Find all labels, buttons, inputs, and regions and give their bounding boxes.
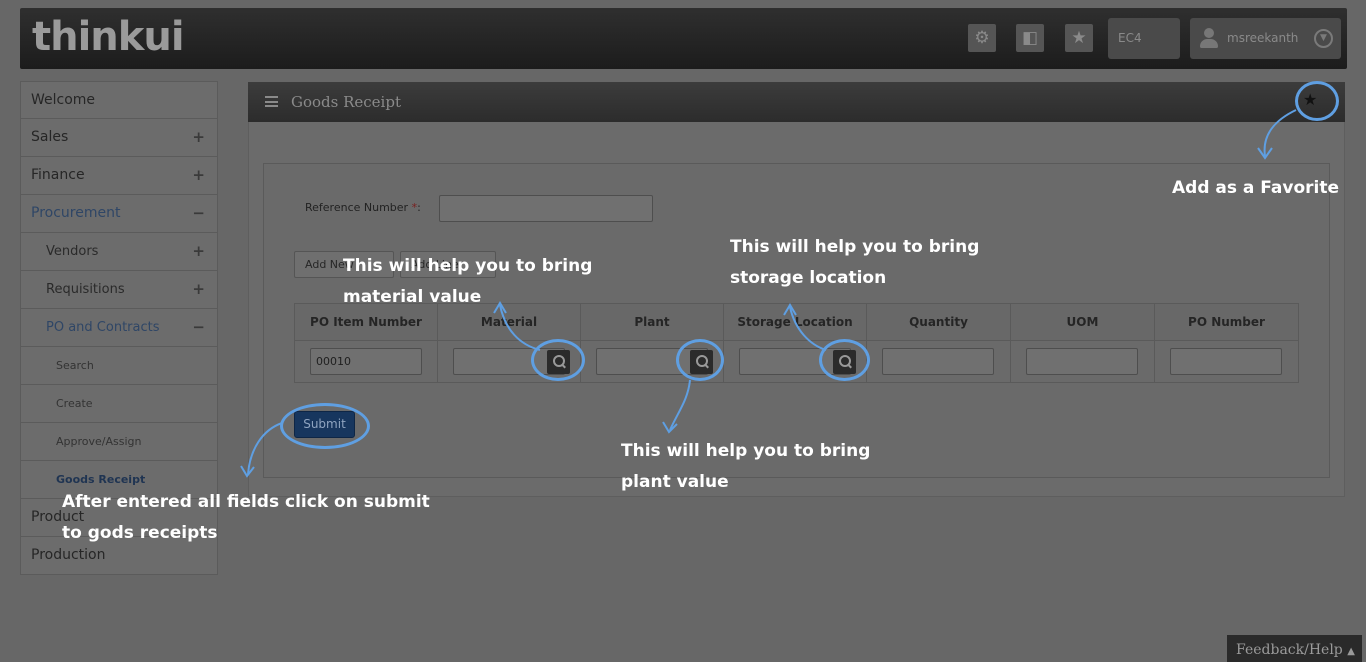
sidebar-item-label: Finance (31, 167, 85, 183)
company-code-selector[interactable]: EC4 (1108, 18, 1180, 59)
annotation-submit-line2: to gods receipts (62, 523, 218, 543)
sidebar-item-label: Search (56, 359, 94, 372)
annotation-plant-line2: plant value (621, 472, 729, 492)
annotation-material-line2: material value (343, 287, 482, 307)
sidebar-item-finance[interactable]: Finance + (20, 157, 218, 195)
expand-icon[interactable]: + (192, 119, 205, 156)
po-number-input[interactable] (1170, 348, 1282, 375)
column-header: Plant (581, 304, 724, 340)
uom-input[interactable] (1026, 348, 1138, 375)
label-colon: : (417, 201, 421, 214)
expand-icon[interactable]: + (192, 271, 205, 308)
quantity-input[interactable] (882, 348, 994, 375)
star-icon[interactable]: ★ (1065, 24, 1093, 52)
column-header: PO Number (1155, 304, 1298, 340)
column-header: UOM (1011, 304, 1155, 340)
reference-label-text: Reference Number (305, 201, 409, 214)
username: msreekanth (1227, 31, 1299, 45)
chevron-down-icon[interactable]: ▼ (1314, 29, 1333, 48)
sidebar-item-vendors[interactable]: Vendors + (20, 233, 218, 271)
divider (1154, 340, 1155, 383)
column-header: Storage Location (724, 304, 867, 340)
favorite-highlight-ring (1295, 81, 1339, 121)
sidebar-item-approve-assign[interactable]: Approve/Assign (20, 423, 218, 461)
divider (1010, 340, 1011, 383)
column-header: Quantity (867, 304, 1011, 340)
collapse-icon[interactable]: − (192, 309, 205, 346)
expand-icon[interactable]: + (192, 157, 205, 194)
sidebar-item-po-and-contracts[interactable]: PO and Contracts − (20, 309, 218, 347)
storage-highlight-ring (819, 339, 870, 381)
annotation-storage-line1: This will help you to bring (730, 237, 980, 257)
plant-highlight-ring (676, 339, 724, 381)
annotation-favorite: Add as a Favorite (1172, 178, 1340, 198)
divider (295, 340, 1298, 341)
expand-icon[interactable]: + (192, 233, 205, 270)
sidebar-item-label: Production (31, 547, 106, 563)
sidebar-item-label: Welcome (31, 92, 96, 108)
top-bar: thinkui ⚙ ◧ ★ EC4 msreekanth ▼ (20, 8, 1347, 69)
collapse-icon[interactable]: − (192, 195, 205, 232)
annotation-material-line1: This will help you to bring (343, 256, 593, 276)
submit-highlight-ring (280, 403, 370, 449)
sidebar-item-label: Requisitions (46, 282, 125, 297)
reference-number-label: Reference Number *: (305, 201, 421, 214)
line-items-table: PO Item Number Material Plant Storage Lo… (294, 303, 1299, 383)
annotation-submit-line1: After entered all fields click on submit (62, 492, 430, 512)
reference-number-input[interactable] (439, 195, 653, 222)
feedback-label: Feedback/Help (1236, 642, 1343, 658)
caret-up-icon: ▲ (1347, 646, 1355, 657)
app-logo[interactable]: thinkui (32, 14, 185, 60)
company-code: EC4 (1118, 31, 1142, 45)
feedback-help-button[interactable]: Feedback/Help ▲ (1227, 635, 1362, 662)
sidebar-item-label: Goods Receipt (56, 473, 146, 486)
gear-icon[interactable]: ⚙ (968, 24, 996, 52)
sidebar-item-label: Approve/Assign (56, 435, 142, 448)
sidebar-item-label: Sales (31, 129, 69, 145)
material-highlight-ring (531, 339, 585, 381)
sidebar-item-welcome[interactable]: Welcome (20, 81, 218, 119)
sidebar-item-requisitions[interactable]: Requisitions + (20, 271, 218, 309)
sidebar-item-label: PO and Contracts (46, 320, 160, 335)
user-menu[interactable]: msreekanth ▼ (1190, 18, 1341, 59)
sidebar-item-label: Procurement (31, 205, 121, 221)
annotation-storage-line2: storage location (730, 268, 887, 288)
divider (437, 340, 438, 383)
sidebar-item-create[interactable]: Create (20, 385, 218, 423)
sidebar-item-search[interactable]: Search (20, 347, 218, 385)
apps-icon[interactable]: ◧ (1016, 24, 1044, 52)
sidebar-item-label: Create (56, 397, 93, 410)
po-item-number-input[interactable]: 00010 (310, 348, 422, 375)
sidebar-item-procurement[interactable]: Procurement − (20, 195, 218, 233)
sidebar-item-sales[interactable]: Sales + (20, 119, 218, 157)
sidebar-item-label: Vendors (46, 244, 99, 259)
annotation-plant-line1: This will help you to bring (621, 441, 871, 461)
panel-header: Goods Receipt ★ (248, 82, 1345, 122)
page-title: Goods Receipt (291, 93, 401, 111)
user-icon (1200, 28, 1218, 48)
menu-icon[interactable] (265, 96, 278, 107)
